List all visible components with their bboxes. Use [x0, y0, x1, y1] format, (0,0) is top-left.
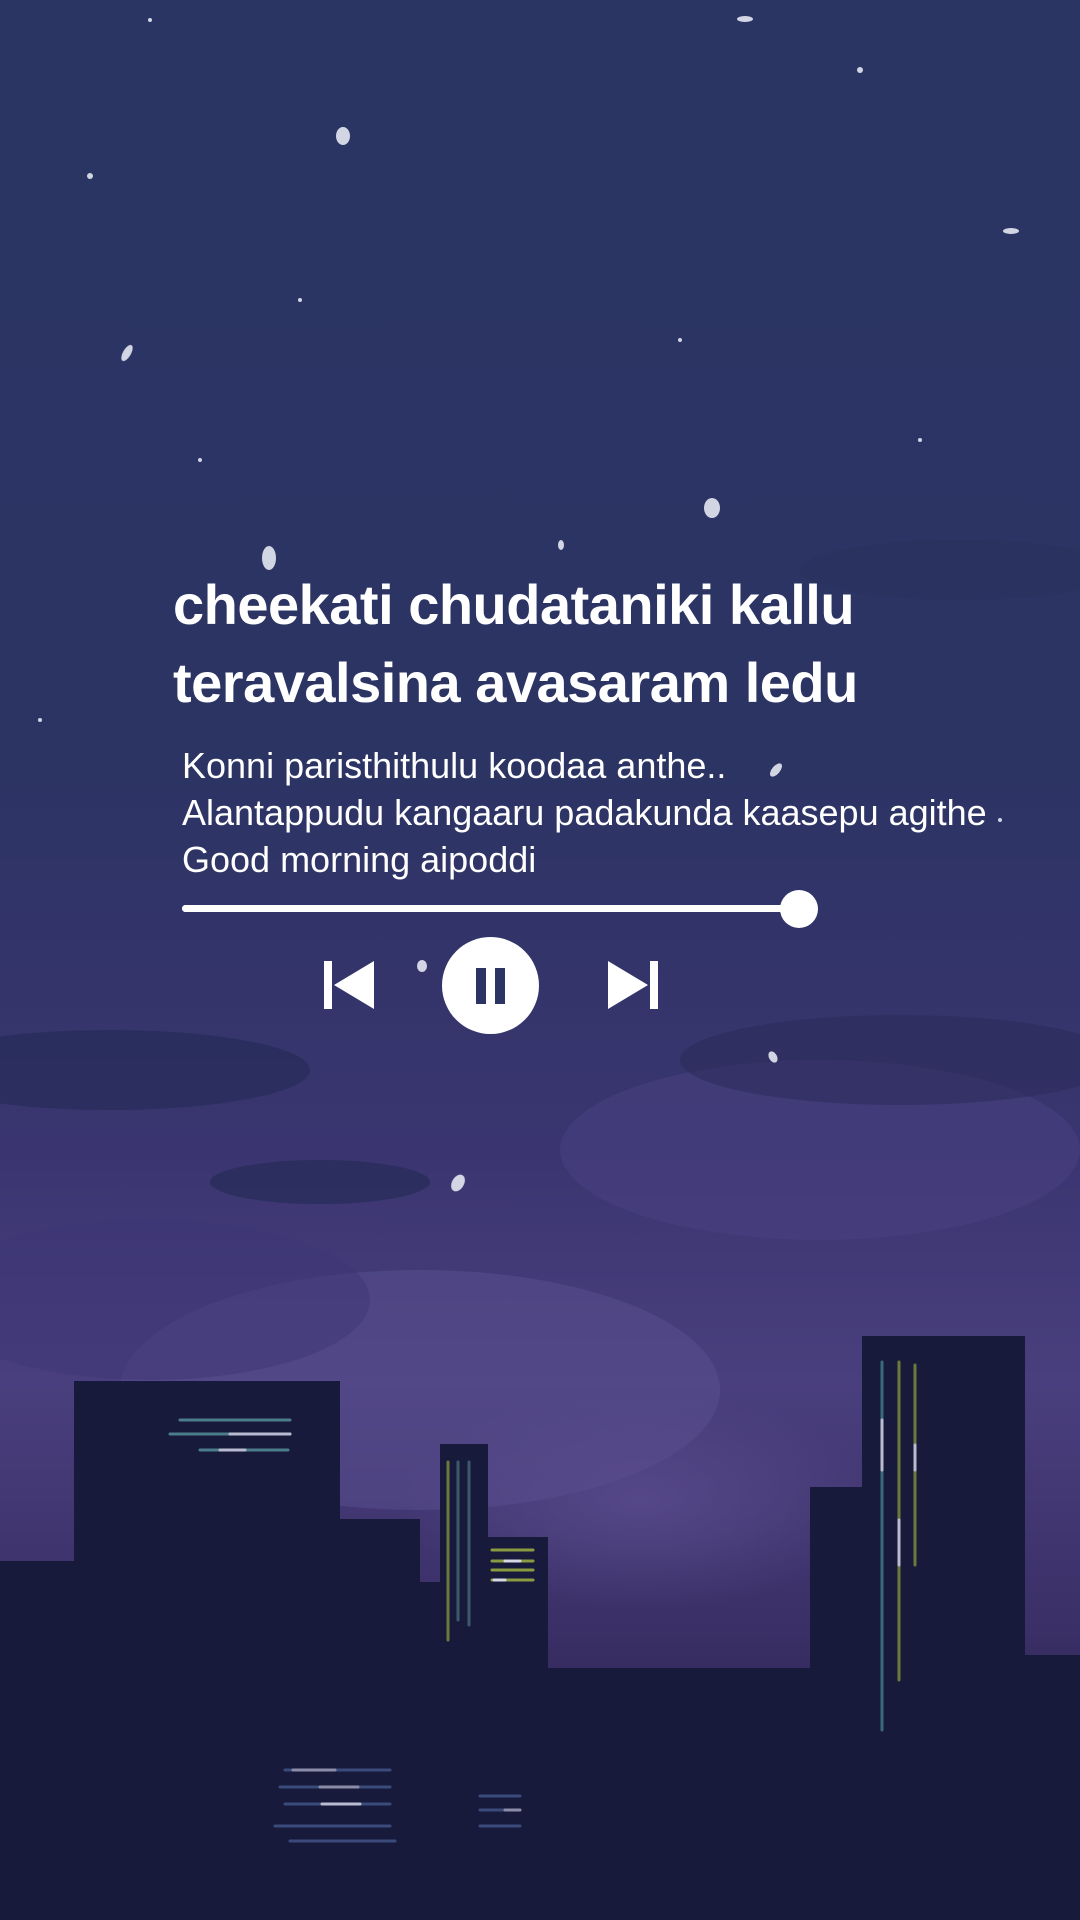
song-title-line-2: teravalsina avasaram ledu [173, 651, 858, 714]
progress-thumb[interactable] [780, 890, 818, 928]
song-title: cheekati chudataniki kallu teravalsina a… [173, 566, 1033, 722]
lyrics-line-2: Alantappudu kangaaru padakunda kaasepu a… [182, 792, 987, 833]
skip-previous-icon [324, 961, 374, 1009]
progress-fill [182, 905, 799, 912]
lyrics-line-3: Good morning aipoddi [182, 839, 537, 880]
next-button[interactable] [606, 959, 658, 1011]
lyrics-line-1: Konni paristhithulu koodaa anthe.. [182, 745, 727, 786]
playback-controls [0, 935, 1080, 1035]
play-pause-button[interactable] [442, 937, 539, 1034]
previous-button[interactable] [324, 959, 376, 1011]
lyrics-block: Konni paristhithulu koodaa anthe.. Alant… [182, 742, 1042, 883]
song-title-line-1: cheekati chudataniki kallu [173, 573, 855, 636]
pause-icon [476, 968, 505, 1004]
progress-slider[interactable] [182, 890, 818, 928]
skip-next-icon [608, 961, 658, 1009]
